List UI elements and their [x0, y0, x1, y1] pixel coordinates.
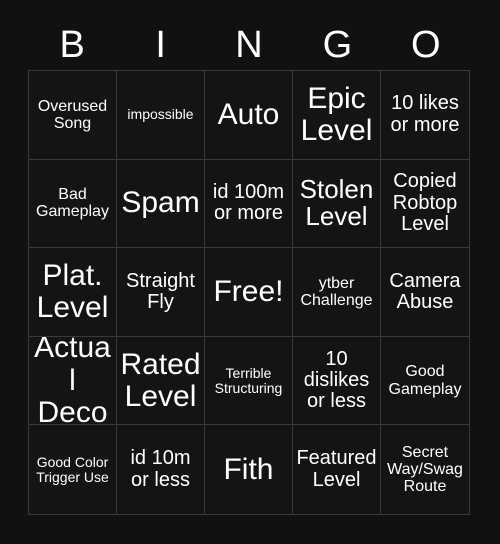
header-letter-i: I: [155, 24, 166, 66]
bingo-cell[interactable]: Free!: [205, 248, 293, 337]
bingo-cell[interactable]: Bad Gameplay: [29, 159, 117, 249]
bingo-cell-label: Good Color Trigger Use: [36, 453, 109, 485]
bingo-cell[interactable]: Good Gameplay: [381, 336, 469, 426]
bingo-cell-label: Spam: [121, 186, 200, 220]
header-letter-o: O: [411, 24, 441, 66]
bingo-cell[interactable]: Plat. Level: [29, 248, 117, 337]
bingo-cell[interactable]: Secret Way/Swag Route: [381, 425, 469, 514]
bingo-cell[interactable]: Camera Abuse: [381, 248, 469, 337]
bingo-header: B I N G O: [28, 20, 470, 70]
bingo-cell-label: Free!: [213, 274, 284, 308]
bingo-cell[interactable]: Spam: [117, 159, 205, 249]
bingo-cell-label: 10 likes or more: [390, 92, 460, 136]
bingo-cell-label: Copied Robtop Level: [392, 170, 458, 236]
bingo-cell[interactable]: Overused Song: [29, 71, 117, 160]
bingo-cell[interactable]: id 100m or more: [205, 159, 293, 249]
bingo-cell-label: Fith: [223, 452, 274, 486]
bingo-cell-label: Straight Fly: [126, 269, 195, 313]
bingo-cell[interactable]: ytber Challenge: [293, 248, 381, 337]
bingo-cell-label: Camera Abuse: [389, 269, 461, 313]
bingo-cell[interactable]: 10 dislikes or less: [293, 336, 381, 426]
bingo-cell-label: id 10m or less: [130, 447, 191, 491]
header-letter-n: N: [235, 24, 263, 66]
bingo-grid: Overused Song impossible Auto Epic Level 10 …: [28, 70, 470, 515]
bingo-cell[interactable]: Epic Level: [293, 71, 381, 160]
bingo-cell-label: Bad Gameplay: [36, 186, 109, 221]
bingo-cell-label: Overused Song: [37, 97, 108, 132]
bingo-cell[interactable]: Fith: [205, 425, 293, 514]
bingo-cell-label: 10 dislikes or less: [303, 347, 370, 413]
bingo-card: B I N G O Overused Song impossible Auto Epi…: [0, 0, 500, 544]
bingo-cell-label: impossible: [127, 106, 194, 123]
bingo-cell[interactable]: Auto: [205, 71, 293, 160]
bingo-cell-label: Plat. Level: [36, 258, 109, 324]
header-letter-g: G: [322, 24, 353, 66]
bingo-cell-label: Good Gameplay: [388, 363, 462, 398]
bingo-cell-label: Rated Level: [120, 347, 201, 413]
bingo-cell-label: id 100m or more: [212, 181, 285, 225]
bingo-cell[interactable]: Terrible Structuring: [205, 336, 293, 426]
bingo-cell[interactable]: Straight Fly: [117, 248, 205, 337]
bingo-cell-label: Auto: [217, 97, 280, 131]
bingo-cell[interactable]: Stolen Level: [293, 159, 381, 249]
header-letter-b: B: [59, 24, 85, 66]
bingo-cell[interactable]: Rated Level: [117, 336, 205, 426]
bingo-cell[interactable]: id 10m or less: [117, 425, 205, 514]
bingo-cell-label: Featured Level: [296, 447, 377, 491]
bingo-cell[interactable]: Actual Deco: [29, 336, 117, 426]
bingo-cell-label: Secret Way/Swag Route: [387, 444, 463, 496]
bingo-cell[interactable]: impossible: [117, 71, 205, 160]
bingo-cell[interactable]: Good Color Trigger Use: [29, 425, 117, 514]
bingo-cell-label: Actual Deco: [34, 336, 111, 426]
bingo-cell-label: ytber Challenge: [300, 274, 373, 309]
bingo-cell-label: Stolen Level: [299, 173, 374, 232]
bingo-cell[interactable]: Copied Robtop Level: [381, 159, 469, 249]
bingo-cell[interactable]: 10 likes or more: [381, 71, 469, 160]
bingo-cell-label: Epic Level: [300, 81, 373, 147]
bingo-cell[interactable]: Featured Level: [293, 425, 381, 514]
bingo-cell-label: Terrible Structuring: [214, 364, 283, 396]
